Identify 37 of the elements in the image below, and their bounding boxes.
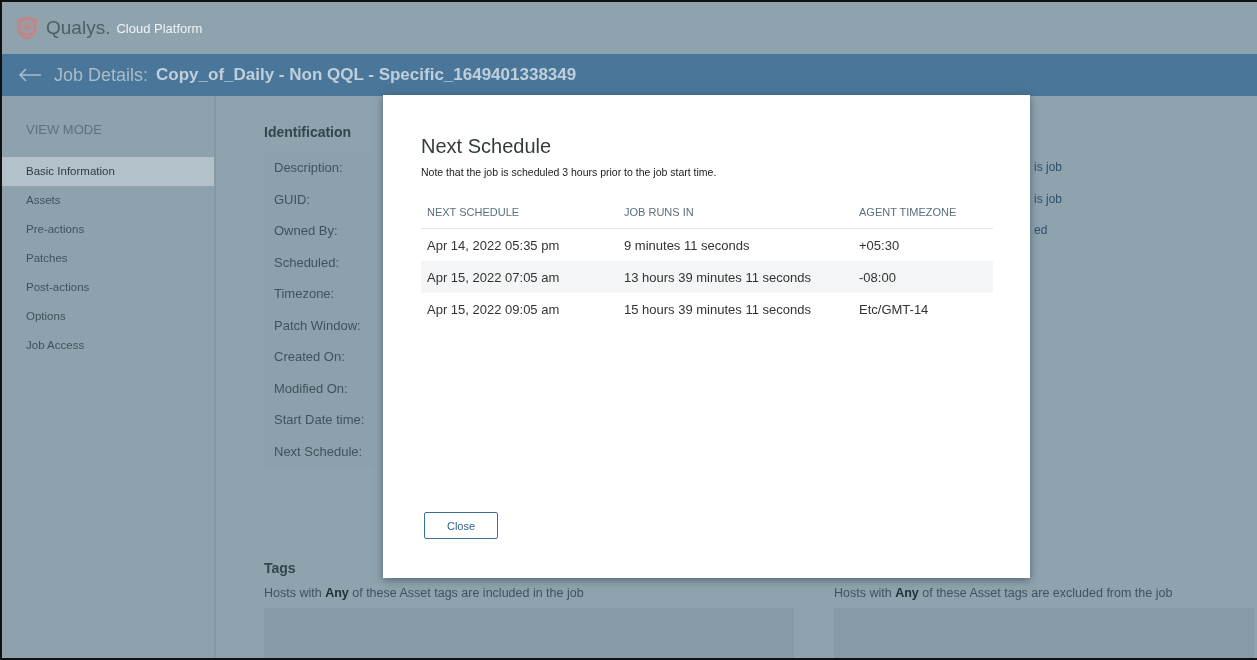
field-text: is job: [1034, 191, 1063, 208]
field-text: is job: [1034, 160, 1063, 176]
logo-subtitle: Cloud Platform: [116, 20, 203, 36]
table-cell: +05:30: [853, 228, 993, 261]
sidebar-item[interactable]: Assets: [2, 186, 214, 215]
table-cell: Apr 15, 2022 07:05 am: [421, 261, 618, 293]
sidebar-item[interactable]: Basic Information: [2, 157, 214, 186]
shield-logo-icon: [16, 15, 38, 41]
sidebar-item[interactable]: Post-actions: [2, 273, 214, 302]
sidebar-item[interactable]: Options: [2, 302, 214, 331]
field-text: ed: [1034, 223, 1049, 239]
table-cell: -08:00: [853, 261, 993, 293]
tags-field[interactable]: [834, 608, 1254, 658]
table-cell: Apr 15, 2022 09:05 am: [421, 293, 618, 325]
table-cell: 9 minutes 11 seconds: [618, 228, 853, 261]
back-arrow-icon[interactable]: [18, 68, 42, 82]
table-cell: Etc/GMT-14: [853, 293, 993, 325]
column-header: JOB RUNS IN: [618, 206, 853, 229]
sidebar-item[interactable]: Pre-actions: [2, 215, 214, 244]
table-cell: Apr 14, 2022 05:35 pm: [421, 228, 618, 261]
sidebar-item[interactable]: Job Access: [2, 331, 214, 360]
job-name: Copy_of_Daily - Non QQL - Specific_1649401338349: [156, 65, 577, 85]
logo-text: Qualys.: [46, 17, 111, 39]
tags-note: Hosts with Any of these Asset tags are excluded from the job: [834, 586, 1173, 600]
dialog-title: Next Schedule: [421, 135, 553, 158]
sidebar-item[interactable]: Patches: [2, 244, 214, 273]
close-button[interactable]: Close: [424, 512, 498, 539]
tags-field[interactable]: [264, 608, 794, 658]
table-cell: 15 hours 39 minutes 11 seconds: [618, 293, 853, 325]
page-title-label: Job Details:: [54, 64, 149, 86]
section-title: Tags: [264, 560, 296, 576]
dialog-note: Note that the job is scheduled 3 hours prior to the job start time.: [421, 166, 718, 178]
tags-note: Hosts with Any of these Asset tags are included in the job: [264, 586, 584, 600]
table-cell: 13 hours 39 minutes 11 seconds: [618, 261, 853, 293]
column-header: NEXT SCHEDULE: [421, 206, 618, 229]
section-title: Identification: [264, 124, 352, 140]
column-header: AGENT TIMEZONE: [853, 206, 993, 229]
